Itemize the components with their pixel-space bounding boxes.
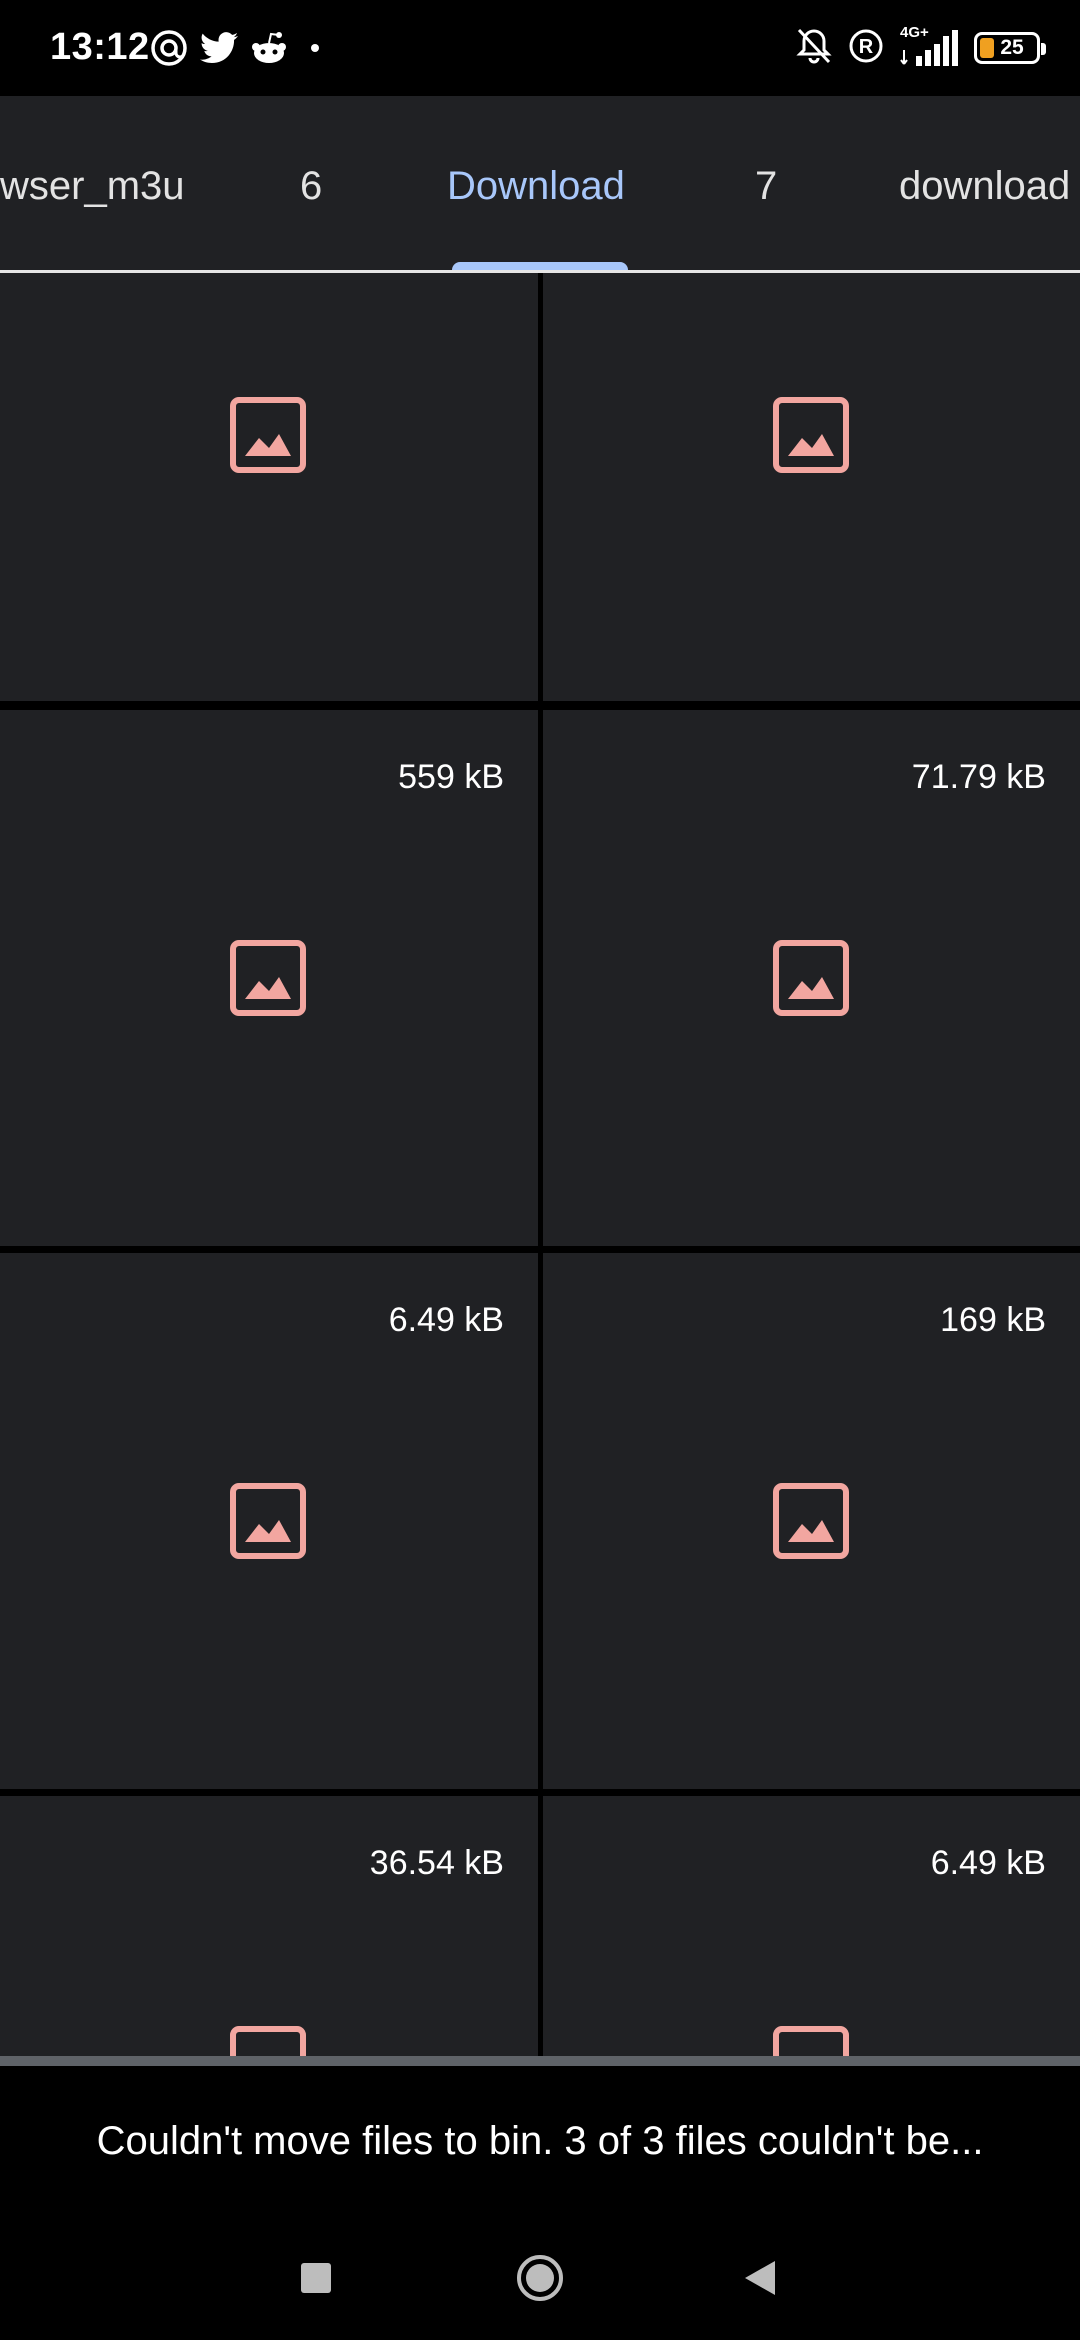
image-placeholder-icon: [230, 397, 306, 473]
file-size: 559 kB: [398, 758, 504, 796]
tab-7[interactable]: 7: [755, 96, 777, 272]
grid-tile[interactable]: 169 kB: [543, 1253, 1080, 1789]
registered-icon: R: [848, 28, 884, 69]
snackbar: Couldn't move files to bin. 3 of 3 files…: [0, 2066, 1080, 2216]
snackbar-top-edge: [0, 2056, 1080, 2066]
bell-off-icon: [796, 27, 832, 70]
battery-icon: 25: [974, 32, 1046, 64]
image-placeholder-icon: [230, 2026, 306, 2056]
battery-percent: 25: [1000, 36, 1024, 59]
tab-browser-m3u[interactable]: wser_m3u: [0, 96, 185, 272]
image-placeholder-icon: [230, 940, 306, 1016]
home-button[interactable]: [480, 2216, 600, 2340]
triangle-back-icon: [745, 2261, 775, 2295]
file-size: 6.49 kB: [388, 1301, 504, 1339]
file-size: 6.49 kB: [930, 1844, 1046, 1882]
file-size: 71.79 kB: [911, 758, 1046, 796]
twitter-icon: [200, 31, 238, 65]
tab-6[interactable]: 6: [300, 96, 322, 272]
recents-button[interactable]: [256, 2216, 376, 2340]
threads-icon: [150, 29, 188, 67]
grid-tile[interactable]: 36.54 kB: [0, 1796, 538, 2056]
app-root: 13:12 R 4G+ 25 wser_m3u 6 Download 7 dow…: [0, 0, 1080, 2340]
notification-icons: [150, 28, 330, 68]
snackbar-message: Couldn't move files to bin. 3 of 3 files…: [96, 2119, 984, 2163]
square-icon: [301, 2263, 331, 2293]
grid-tile[interactable]: [543, 273, 1080, 701]
back-button[interactable]: [700, 2216, 820, 2340]
folder-tabs: wser_m3u 6 Download 7 download: [0, 96, 1080, 272]
tab-download-lowercase[interactable]: download: [899, 96, 1070, 272]
grid-tile[interactable]: 6.49 kB: [0, 1253, 538, 1789]
image-placeholder-icon: [773, 397, 849, 473]
circle-icon: [517, 2255, 563, 2301]
tab-download[interactable]: Download: [447, 96, 625, 272]
image-placeholder-icon: [230, 1483, 306, 1559]
image-grid[interactable]: 559 kB 71.79 kB 6.49 kB 169 kB 36.54 kB …: [0, 273, 1080, 2056]
grid-tile[interactable]: 71.79 kB: [543, 710, 1080, 1246]
status-bar: 13:12 R 4G+ 25: [0, 0, 1080, 96]
svg-text:R: R: [859, 36, 874, 58]
image-placeholder-icon: [773, 2026, 849, 2056]
file-size: 36.54 kB: [369, 1844, 504, 1882]
dot-icon: [300, 33, 330, 63]
signal-icon: 4G+: [900, 24, 958, 68]
grid-tile[interactable]: 559 kB: [0, 710, 538, 1246]
image-placeholder-icon: [773, 940, 849, 1016]
image-placeholder-icon: [773, 1483, 849, 1559]
status-time: 13:12: [50, 26, 150, 68]
navigation-bar: [0, 2216, 1080, 2340]
system-icons: R 4G+ 25: [796, 24, 1046, 70]
grid-tile[interactable]: [0, 273, 538, 701]
reddit-icon: [250, 30, 288, 66]
file-size: 169 kB: [940, 1301, 1046, 1339]
grid-tile[interactable]: 6.49 kB: [543, 1796, 1080, 2056]
